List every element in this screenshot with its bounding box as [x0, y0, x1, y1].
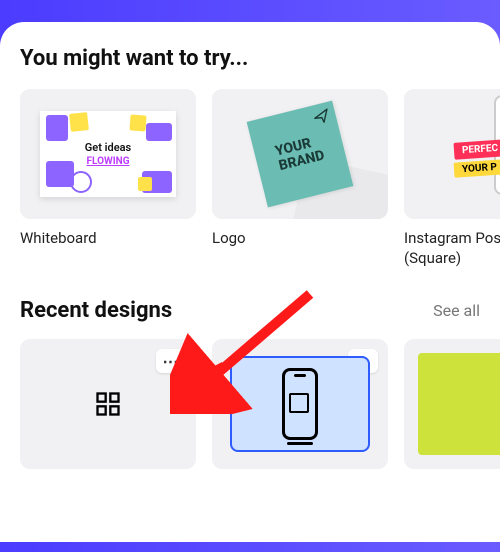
logo-thumb: YOUR BRAND: [212, 89, 388, 219]
suggestion-card-whiteboard[interactable]: Get ideas FLOWING Whiteboard: [20, 89, 196, 268]
suggestion-label: Logo: [212, 229, 388, 249]
recent-card-2[interactable]: ⋯: [212, 339, 388, 469]
suggestion-label: Whiteboard: [20, 229, 196, 249]
ig-badge1: PERFEC: [453, 139, 500, 160]
whiteboard-thumb: Get ideas FLOWING: [20, 89, 196, 219]
paper-plane-icon: [312, 108, 331, 125]
recent-row: ⋯ ⋯ ✕: [20, 339, 500, 469]
green-preview: ✕: [418, 353, 500, 455]
see-all-link[interactable]: See all: [433, 301, 480, 320]
phone-preview: [230, 356, 370, 452]
more-options-button[interactable]: ⋯: [156, 349, 186, 373]
recent-section-title: Recent designs: [20, 298, 172, 323]
phone-frame-icon: [282, 368, 318, 440]
copy-icon: [292, 396, 308, 412]
suggestion-card-instagram[interactable]: PERFEC YOUR P Instagram Post (Square): [404, 89, 500, 268]
ig-badge2: YOUR P: [454, 159, 500, 178]
recent-card-1[interactable]: ⋯: [20, 339, 196, 469]
suggestion-card-logo[interactable]: YOUR BRAND Logo: [212, 89, 388, 268]
instagram-thumb: PERFEC YOUR P: [404, 89, 500, 219]
wb-line1: Get ideas: [85, 141, 131, 154]
recent-card-3[interactable]: ✕: [404, 339, 500, 469]
main-panel: You might want to try... Get ideas FLOWI…: [0, 22, 500, 542]
grid-icon: [94, 390, 122, 418]
suggestion-label: Instagram Post (Square): [404, 229, 500, 268]
wb-line2: FLOWING: [86, 156, 129, 167]
try-section-title: You might want to try...: [20, 46, 500, 71]
suggestion-row: Get ideas FLOWING Whiteboard YOUR BRAND: [20, 89, 500, 268]
